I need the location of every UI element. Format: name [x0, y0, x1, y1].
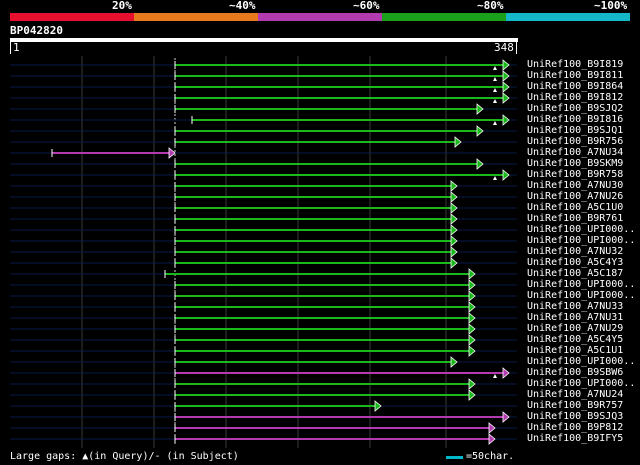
hit-arrow-icon: [450, 257, 458, 269]
hit-arrow-icon: [468, 301, 476, 313]
hit-arrow-icon: [502, 81, 510, 93]
hit-arrow-icon: [450, 224, 458, 236]
hit-arrow-icon: [468, 389, 476, 401]
query-gap-marker-icon: [493, 176, 497, 180]
scale-label: =50char.: [466, 451, 515, 462]
hit-label[interactable]: UniRef100_A5C187: [527, 268, 623, 279]
hit-arrow-icon: [502, 367, 510, 379]
hit-label[interactable]: UniRef100_UPI000..: [527, 235, 635, 246]
hit-label[interactable]: UniRef100_A7NU33: [527, 301, 623, 312]
hit-arrow-icon: [374, 400, 382, 412]
hit-arrow-icon: [468, 323, 476, 335]
hit-label[interactable]: UniRef100_B9R761: [527, 213, 623, 224]
hit-arrow-icon: [502, 169, 510, 181]
hit-arrow-icon: [450, 191, 458, 203]
hit-arrow-icon: [468, 290, 476, 302]
hit-label[interactable]: UniRef100_UPI000..: [527, 356, 635, 367]
hit-label[interactable]: UniRef100_UPI000..: [527, 224, 635, 235]
hit-arrow-icon: [476, 158, 484, 170]
query-gap-marker-icon: [493, 121, 497, 125]
hit-label[interactable]: UniRef100_B9SJQ2: [527, 103, 623, 114]
hit-label[interactable]: UniRef100_B9IFY5: [527, 433, 623, 444]
hit-arrow-icon: [450, 202, 458, 214]
hit-arrow-icon: [168, 147, 176, 159]
hit-arrow-icon: [468, 312, 476, 324]
gaps-legend: Large gaps: ▲(in Query)/- (in Subject): [10, 451, 239, 462]
hit-label[interactable]: UniRef100_B9SJQ1: [527, 125, 623, 136]
hit-label[interactable]: UniRef100_B9R757: [527, 400, 623, 411]
hit-arrow-icon: [454, 136, 462, 148]
hit-arrow-icon: [450, 235, 458, 247]
hit-arrow-icon: [488, 422, 496, 434]
hit-label[interactable]: UniRef100_B9I816: [527, 114, 623, 125]
hit-label[interactable]: UniRef100_A7NU26: [527, 191, 623, 202]
hit-arrow-icon: [450, 213, 458, 225]
hit-label[interactable]: UniRef100_A7NU30: [527, 180, 623, 191]
hit-arrow-icon: [450, 246, 458, 258]
hit-arrow-icon: [502, 411, 510, 423]
hit-label[interactable]: UniRef100_UPI000..: [527, 279, 635, 290]
hit-label[interactable]: UniRef100_B9I864: [527, 81, 623, 92]
hit-arrow-icon: [468, 345, 476, 357]
query-gap-marker-icon: [493, 66, 497, 70]
hit-arrow-icon: [450, 356, 458, 368]
hit-arrow-icon: [502, 70, 510, 82]
hit-arrow-icon: [476, 125, 484, 137]
hit-arrow-icon: [468, 378, 476, 390]
query-gap-marker-icon: [493, 88, 497, 92]
hit-label[interactable]: UniRef100_A7NU32: [527, 246, 623, 257]
hit-label[interactable]: UniRef100_A5C4Y5: [527, 334, 623, 345]
hit-label[interactable]: UniRef100_A5C1U0: [527, 202, 623, 213]
hit-arrow-icon: [468, 268, 476, 280]
hit-arrow-icon: [502, 114, 510, 126]
hit-arrow-icon: [450, 180, 458, 192]
hit-arrow-icon: [502, 92, 510, 104]
hit-label[interactable]: UniRef100_B9SJQ3: [527, 411, 623, 422]
hit-label[interactable]: UniRef100_UPI000..: [527, 290, 635, 301]
hit-label[interactable]: UniRef100_B9I811: [527, 70, 623, 81]
hit-label[interactable]: UniRef100_B9P812: [527, 422, 623, 433]
hit-label[interactable]: UniRef100_A5C1U1: [527, 345, 623, 356]
query-gap-marker-icon: [493, 77, 497, 81]
hit-label[interactable]: UniRef100_A7NU34: [527, 147, 623, 158]
hit-label[interactable]: UniRef100_A7NU29: [527, 323, 623, 334]
hit-label[interactable]: UniRef100_B9I812: [527, 92, 623, 103]
query-gap-marker-icon: [493, 374, 497, 378]
hit-label[interactable]: UniRef100_A7NU31: [527, 312, 623, 323]
hit-arrow-icon: [468, 334, 476, 346]
hit-label[interactable]: UniRef100_B9R756: [527, 136, 623, 147]
query-gap-marker-icon: [493, 99, 497, 103]
hit-arrow-icon: [488, 433, 496, 445]
hit-label[interactable]: UniRef100_A5C4Y3: [527, 257, 623, 268]
hit-label[interactable]: UniRef100_B9SKM9: [527, 158, 623, 169]
hit-arrow-icon: [476, 103, 484, 115]
scale-swatch: [446, 456, 463, 459]
hit-label[interactable]: UniRef100_B9R758: [527, 169, 623, 180]
hit-label[interactable]: UniRef100_B9SBW6: [527, 367, 623, 378]
hit-label[interactable]: UniRef100_UPI000..: [527, 378, 635, 389]
hit-label[interactable]: UniRef100_A7NU24: [527, 389, 623, 400]
hit-arrow-icon: [468, 279, 476, 291]
hit-arrow-icon: [502, 59, 510, 71]
hit-label[interactable]: UniRef100_B9I819: [527, 59, 623, 70]
